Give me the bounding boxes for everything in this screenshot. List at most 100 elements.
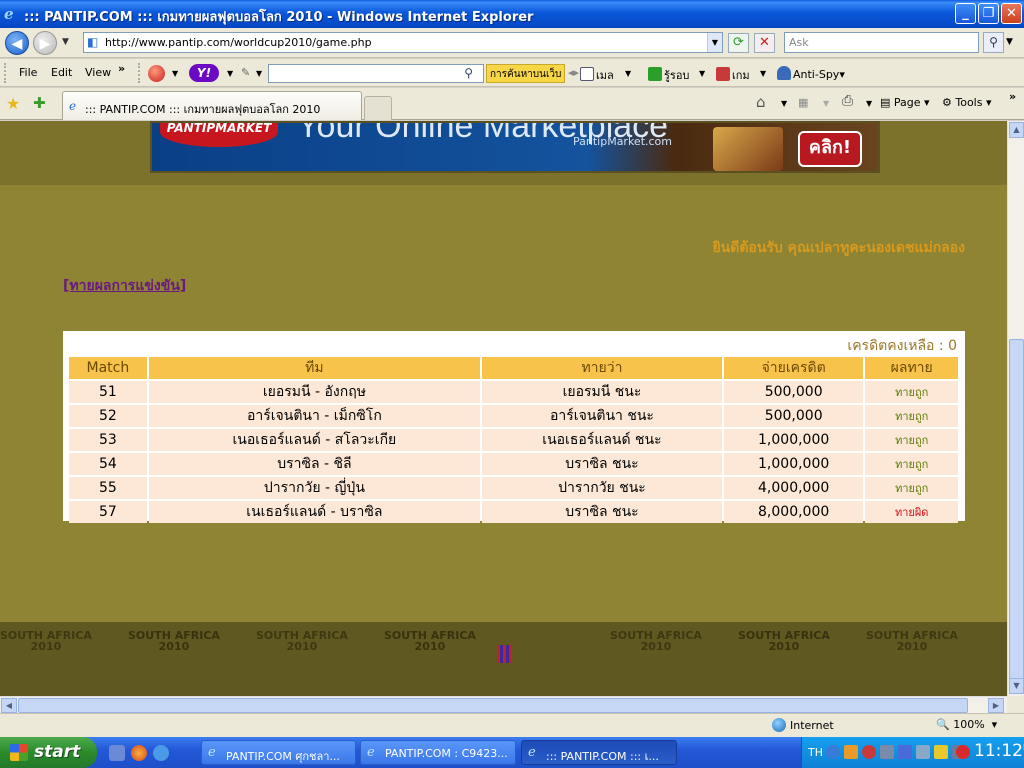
taskbar-task[interactable]: e PANTIP.COM : C9423... bbox=[360, 740, 516, 765]
web-search-button[interactable]: การค้นหาบนเว็บ bbox=[486, 64, 566, 83]
mail-dropdown-icon[interactable]: ▼ bbox=[625, 69, 631, 78]
pencil-icon[interactable]: ✎ bbox=[241, 66, 250, 79]
show-desktop-icon[interactable] bbox=[109, 745, 125, 761]
zoom-control[interactable]: 🔍 100% ▾ bbox=[936, 718, 997, 731]
tray-antivirus-icon[interactable] bbox=[862, 745, 876, 759]
restore-button[interactable]: ❐ bbox=[978, 3, 999, 24]
world-cup-mark: SOUTH AFRICA 2010 bbox=[0, 630, 92, 652]
address-field[interactable]: ◧ http://www.pantip.com/worldcup2010/gam… bbox=[83, 32, 723, 53]
yahoo-dropdown-icon[interactable]: ▼ bbox=[227, 69, 233, 78]
tray-collapse-icon[interactable] bbox=[826, 745, 840, 759]
scroll-up-icon[interactable]: ▲ bbox=[1009, 122, 1024, 138]
column-header-result: ผลทาย bbox=[865, 357, 958, 379]
ie-quicklaunch-icon[interactable] bbox=[153, 745, 169, 761]
toolbar-grip[interactable] bbox=[138, 63, 141, 83]
match-number: 53 bbox=[69, 429, 147, 451]
games-button[interactable]: เกม bbox=[716, 66, 750, 84]
mail-button[interactable]: เมล bbox=[580, 66, 614, 84]
favorites-star-icon[interactable]: ★ bbox=[6, 94, 20, 113]
pencil-dropdown-icon[interactable]: ▼ bbox=[256, 69, 262, 78]
close-button[interactable]: ✕ bbox=[1001, 3, 1022, 24]
yahoo-logo-icon[interactable]: Y! bbox=[189, 64, 219, 82]
feeds-icon[interactable]: ▦ bbox=[798, 96, 808, 109]
back-button[interactable]: ◀ bbox=[5, 31, 29, 55]
pantipmarket-banner-ad[interactable]: PANTIPMARKET Your Online Marketplace Pan… bbox=[150, 121, 880, 173]
language-indicator[interactable]: TH bbox=[808, 746, 823, 759]
menu-file[interactable]: File bbox=[19, 66, 37, 79]
tray-app-icon[interactable] bbox=[844, 745, 858, 759]
scroll-left-icon[interactable]: ◀ bbox=[1, 698, 17, 713]
world-cup-mark-line2: 2010 bbox=[768, 640, 800, 653]
window-title: ::: PANTIP.COM ::: เกมทายผลฟุตบอลโลก 201… bbox=[24, 10, 534, 25]
column-header-teams: ทีม bbox=[148, 357, 481, 379]
stop-button[interactable]: ✕ bbox=[754, 33, 775, 53]
tab-bar: ★ ✚ e ::: PANTIP.COM ::: เกมทายผลฟุตบอลโ… bbox=[0, 88, 1024, 120]
search-options-dropdown[interactable]: ▼ bbox=[1006, 37, 1013, 47]
page-menu-button[interactable]: ▤ Page ▾ bbox=[880, 96, 930, 109]
new-tab-button[interactable] bbox=[364, 96, 392, 120]
tray-monitor-icon[interactable] bbox=[898, 745, 912, 759]
add-favorite-icon[interactable]: ✚ bbox=[33, 94, 46, 112]
forward-button[interactable]: ▶ bbox=[33, 31, 57, 55]
predict-matches-link[interactable]: [ทายผลการแข่งขัน] bbox=[63, 275, 186, 297]
scroll-right-icon[interactable]: ▶ bbox=[988, 698, 1004, 713]
print-icon[interactable]: ⎙ bbox=[842, 93, 853, 109]
vertical-scrollbar[interactable]: ▲ ▼ bbox=[1007, 121, 1024, 696]
match-number: 52 bbox=[69, 405, 147, 427]
refresh-button[interactable]: ⟳ bbox=[728, 33, 749, 53]
system-clock[interactable]: 11:12PM bbox=[974, 741, 1024, 761]
minimize-button[interactable]: _ bbox=[955, 3, 976, 24]
commands-more-chevron[interactable]: » bbox=[1009, 90, 1016, 103]
ie-page-icon: e bbox=[69, 99, 77, 113]
tray-power-icon[interactable] bbox=[934, 745, 948, 759]
world-cup-mark-line2: 2010 bbox=[414, 640, 446, 653]
tools-menu-button[interactable]: ⚙ Tools ▾ bbox=[942, 96, 992, 109]
news-button[interactable]: รู้รอบ bbox=[648, 66, 689, 84]
antispy-button[interactable]: Anti-Spy▾ bbox=[777, 66, 845, 81]
world-cup-mark-line2: 2010 bbox=[30, 640, 62, 653]
tab-active[interactable]: e ::: PANTIP.COM ::: เกมทายผลฟุตบอลโลก 2… bbox=[62, 91, 362, 120]
home-icon[interactable]: ⌂ bbox=[756, 93, 766, 111]
menu-view[interactable]: View bbox=[85, 66, 111, 79]
horizontal-scrollbar[interactable]: ◀ ▶ bbox=[0, 696, 1007, 713]
taskbar-task-active[interactable]: e ::: PANTIP.COM ::: เ... bbox=[521, 740, 677, 765]
match-teams: อาร์เจนตินา - เม็กซิโก bbox=[148, 405, 481, 427]
addon-dropdown-icon[interactable]: ▼ bbox=[172, 69, 178, 78]
predictions-table: Match ทีม ทายว่า จ่ายเครดิต ผลทาย 51 เยอ… bbox=[67, 355, 960, 525]
firefox-icon[interactable] bbox=[131, 745, 147, 761]
banner-click-button[interactable]: คลิก! bbox=[798, 131, 862, 167]
address-dropdown-icon[interactable]: ▼ bbox=[707, 33, 722, 52]
toolbar-addon-icon[interactable] bbox=[148, 65, 165, 82]
globe-icon bbox=[772, 718, 786, 732]
news-dropdown-icon[interactable]: ▼ bbox=[699, 69, 705, 78]
match-result: ทายถูก bbox=[865, 453, 958, 475]
toolbar-search-input[interactable]: ⚲ bbox=[268, 64, 484, 83]
page-footer-band: SOUTH AFRICA 2010 SOUTH AFRICA 2010 SOUTH … bbox=[0, 622, 1007, 696]
scroll-down-icon[interactable]: ▼ bbox=[1009, 678, 1024, 694]
tray-tools-icon[interactable] bbox=[916, 745, 930, 759]
search-icon[interactable]: ⚲ bbox=[464, 66, 473, 80]
horizontal-scroll-thumb[interactable] bbox=[18, 698, 968, 713]
recent-pages-dropdown[interactable]: ▼ bbox=[62, 37, 69, 47]
match-credit: 1,000,000 bbox=[723, 429, 864, 451]
menu-edit[interactable]: Edit bbox=[51, 66, 72, 79]
search-icon[interactable]: ⚲ bbox=[983, 32, 1004, 53]
print-dropdown-icon[interactable]: ▼ bbox=[866, 99, 872, 108]
vertical-scroll-thumb[interactable] bbox=[1009, 339, 1024, 679]
zoom-level: 100% bbox=[953, 718, 985, 731]
window-title-bar[interactable]: e ::: PANTIP.COM ::: เกมทายผลฟุตบอลโลก 2… bbox=[0, 0, 1024, 28]
taskbar-task-label: ::: PANTIP.COM ::: เ... bbox=[546, 750, 659, 763]
taskbar-task[interactable]: e PANTIP.COM ศุกชลา... bbox=[201, 740, 356, 765]
menu-more-chevron[interactable]: » bbox=[118, 62, 125, 75]
home-dropdown-icon[interactable]: ▼ bbox=[781, 99, 787, 108]
tray-alert-icon[interactable] bbox=[956, 745, 970, 759]
feeds-dropdown-icon[interactable]: ▼ bbox=[823, 99, 829, 108]
games-dropdown-icon[interactable]: ▼ bbox=[760, 69, 766, 78]
scrollbar-corner bbox=[1007, 696, 1024, 713]
ask-search-input[interactable]: Ask bbox=[784, 32, 979, 53]
start-button[interactable]: start bbox=[0, 737, 97, 768]
toolbar-grip[interactable] bbox=[4, 63, 7, 83]
security-zone[interactable]: Internet bbox=[772, 718, 834, 732]
footer-counter-icon[interactable] bbox=[497, 645, 511, 663]
tray-network-icon[interactable] bbox=[880, 745, 894, 759]
